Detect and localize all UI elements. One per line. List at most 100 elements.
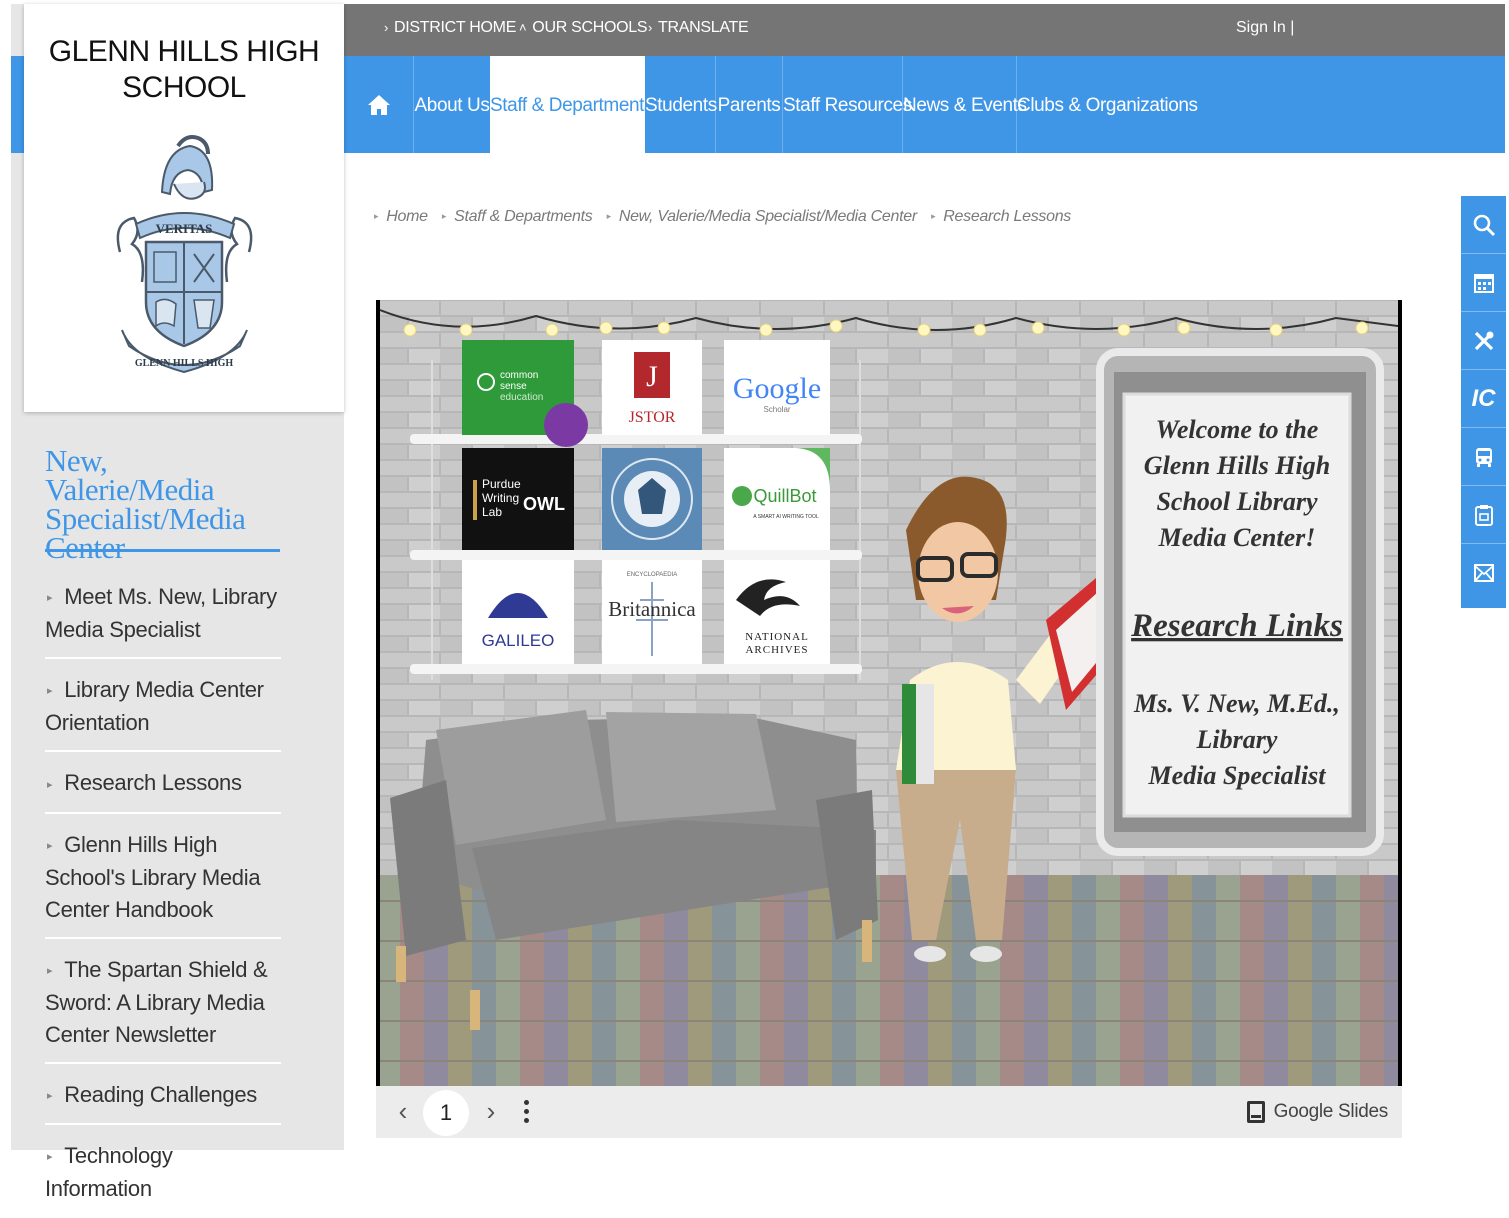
search-icon: [1473, 214, 1495, 236]
bullet-icon: ▸: [47, 685, 53, 698]
national-archives-text: NATIONAL: [745, 631, 809, 643]
sidebar-item-orientation[interactable]: ▸ Library Media Center Orientation: [45, 659, 281, 753]
sidebar-item-newsletter[interactable]: ▸ The Spartan Shield & Sword: A Library M…: [45, 939, 281, 1064]
more-vertical-icon[interactable]: [516, 1098, 536, 1128]
google-text: Google: [733, 372, 821, 405]
clipboard-icon: [1474, 504, 1493, 526]
sidebar-item-label: Glenn Hills High School's Library Media …: [45, 831, 261, 922]
tile-government-seal[interactable]: [602, 448, 702, 550]
frame-welcome-text: Glenn Hills High: [1144, 451, 1330, 480]
nav-home-button[interactable]: [344, 56, 414, 153]
frame-research-links-text: Research Links: [1130, 608, 1343, 644]
school-crest-icon: VERITAS GLENN HILLS HIGH: [116, 135, 253, 374]
common-sense-text: common: [500, 370, 538, 381]
sidebar-item-technology[interactable]: ▸ Technology Information: [45, 1125, 281, 1218]
bus-icon: [1475, 447, 1492, 467]
bus-button[interactable]: [1461, 428, 1506, 486]
district-home-link[interactable]: › DISTRICT HOME: [384, 4, 516, 56]
chevron-right-icon: ›: [648, 20, 653, 35]
britannica-text: Britannica: [608, 597, 696, 621]
quillbot-sub-text: A SMART AI WRITING TOOL: [753, 514, 819, 520]
nav-parents[interactable]: Parents: [715, 56, 782, 153]
main-nav: About Us Staff & Departments Students Pa…: [344, 56, 1505, 153]
bullet-icon: ▸: [374, 211, 379, 222]
bullet-icon: ▸: [606, 211, 612, 222]
chevron-right-icon: ›: [384, 20, 389, 35]
google-slides-icon: [1246, 1101, 1265, 1123]
nav-clubs-organizations[interactable]: Clubs & Organizations: [1016, 56, 1198, 153]
tile-quillbot[interactable]: QuillBot A SMART AI WRITING TOOL: [724, 448, 830, 550]
bullet-icon: ▸: [47, 964, 53, 977]
nav-about-us[interactable]: About Us: [414, 56, 490, 153]
mail-icon: [1473, 564, 1494, 582]
tile-jstor[interactable]: J JSTOR: [602, 340, 702, 435]
bullet-icon: ▸: [47, 1151, 53, 1164]
purdue-text: Purdue: [482, 477, 521, 491]
purdue-text: Writing: [482, 491, 519, 505]
mail-button[interactable]: [1461, 544, 1506, 602]
bullet-icon: ▸: [47, 839, 53, 852]
tile-google-scholar[interactable]: Google Scholar: [724, 340, 830, 435]
bullet-icon: ▸: [47, 1090, 53, 1103]
breadcrumb: ▸ Home ▸ Staff & Departments ▸ New, Valerie…: [374, 208, 1081, 226]
home-icon: [367, 94, 390, 115]
sidebar-item-research-lessons[interactable]: ▸ Research Lessons: [45, 752, 281, 814]
translate-link[interactable]: › TRANSLATE: [648, 4, 749, 56]
owl-text: OWL: [523, 494, 565, 514]
breadcrumb-staff-departments[interactable]: Staff & Departments: [454, 208, 593, 225]
bullet-icon: ▸: [931, 211, 936, 222]
google-sub-text: Scholar: [763, 405, 790, 414]
google-slides-link[interactable]: Google Slides: [1246, 1098, 1389, 1126]
translate-label: TRANSLATE: [658, 19, 749, 36]
tile-britannica[interactable]: ENCYCLOPAEDIA Britannica: [602, 560, 702, 664]
britannica-sub-text: ENCYCLOPAEDIA: [627, 572, 678, 578]
sidebar-item-label: Research Lessons: [64, 770, 242, 796]
tile-purdue-owl[interactable]: Purdue Writing Lab OWL: [462, 448, 574, 550]
bullet-icon: ▸: [47, 778, 53, 791]
frame-welcome-text: Media Center!: [1158, 523, 1316, 552]
clipboard-button[interactable]: [1461, 486, 1506, 544]
frame-author-text: Library: [1196, 725, 1278, 754]
sign-in-link[interactable]: Sign In |: [1236, 4, 1294, 56]
breadcrumb-home[interactable]: Home: [386, 208, 428, 225]
common-sense-text: sense: [500, 381, 527, 392]
sidebar-item-reading-challenges[interactable]: ▸ Reading Challenges: [45, 1064, 281, 1126]
breadcrumb-media-center[interactable]: New, Valerie/Media Specialist/Media Cent…: [619, 208, 917, 225]
school-logo-card[interactable]: GLENN HILLS HIGH SCHOOL VERITAS GLENN HI…: [24, 4, 344, 412]
common-sense-text: education: [500, 392, 543, 403]
tools-button[interactable]: [1461, 312, 1506, 370]
sidebar-item-label: Technology Information: [45, 1143, 173, 1202]
crest-banner-top: VERITAS: [156, 221, 213, 236]
sidebar-title[interactable]: New, Valerie/Media Specialist/Media Cent…: [45, 445, 281, 563]
tile-national-archives[interactable]: NATIONAL ARCHIVES: [724, 560, 830, 664]
sidebar-item-label: Library Media Center Orientation: [45, 677, 264, 736]
slide-page-number[interactable]: 1: [423, 1090, 469, 1136]
nav-staff-resources[interactable]: Staff Resources: [782, 56, 912, 153]
sidebar-item-handbook[interactable]: ▸ Glenn Hills High School's Library Media…: [45, 814, 281, 939]
calendar-icon: [1473, 273, 1494, 293]
prev-slide-button[interactable]: ‹: [388, 1096, 418, 1128]
chevron-up-icon: ˄: [519, 20, 527, 35]
breadcrumb-research-lessons: Research Lessons: [943, 208, 1071, 225]
quick-links-toolbar: IC: [1461, 196, 1506, 608]
google-slides-label: Google Slides: [1273, 1101, 1389, 1122]
ic-icon: IC: [1471, 384, 1496, 412]
infinite-campus-button[interactable]: IC: [1461, 370, 1506, 428]
next-slide-button[interactable]: ›: [476, 1096, 506, 1128]
nav-staff-departments[interactable]: Staff & Departments: [490, 56, 654, 153]
purdue-text: Lab: [482, 505, 502, 519]
calendar-button[interactable]: [1461, 254, 1506, 312]
frame-author-text: Media Specialist: [1148, 761, 1327, 790]
search-button[interactable]: [1461, 196, 1506, 254]
nav-news-events[interactable]: News & Events: [902, 56, 1027, 153]
tile-common-sense[interactable]: common sense education: [462, 340, 588, 447]
tile-galileo[interactable]: GALILEO: [462, 560, 574, 664]
frame-author-text: Ms. V. New, M.Ed.,: [1133, 689, 1340, 718]
our-schools-link[interactable]: ˄ OUR SCHOOLS: [519, 4, 648, 56]
nav-students[interactable]: Students: [645, 56, 717, 153]
frame-welcome-text: School Library: [1156, 487, 1318, 516]
sidebar-list: ▸ Meet Ms. New, Library Media Specialist …: [45, 566, 281, 1218]
slides-embed[interactable]: common sense education J JSTOR Google Sc…: [376, 300, 1402, 1086]
sidebar-item-meet-ms-new[interactable]: ▸ Meet Ms. New, Library Media Specialist: [45, 566, 281, 660]
chevron-left-icon: ‹: [398, 1096, 408, 1126]
